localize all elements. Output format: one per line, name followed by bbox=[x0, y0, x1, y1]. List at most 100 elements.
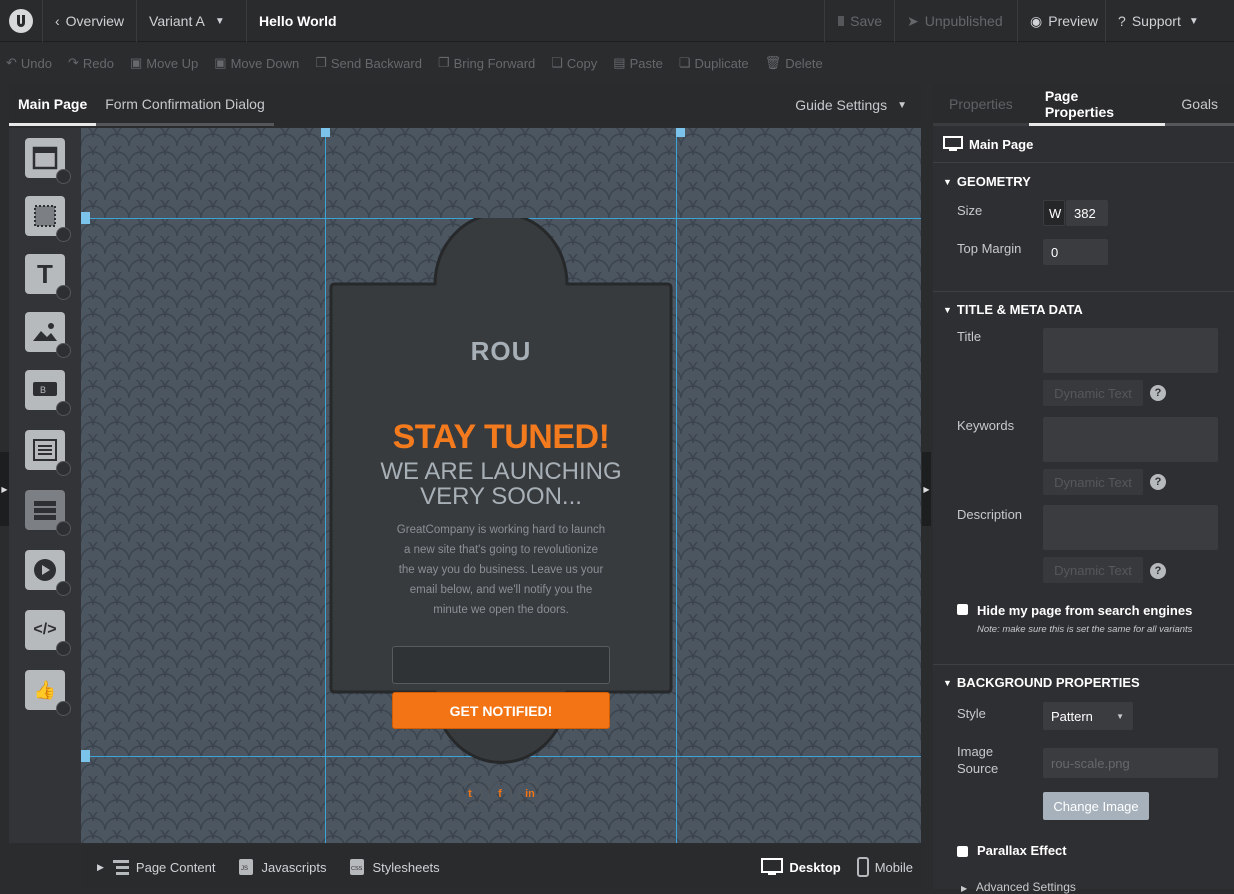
video-icon bbox=[34, 559, 56, 581]
bring-forward-button[interactable]: ❐ Bring Forward bbox=[438, 55, 535, 71]
page-title-label: Hello World bbox=[259, 13, 337, 29]
button-icon: B bbox=[33, 382, 57, 396]
box-icon bbox=[34, 205, 56, 227]
widget-badge bbox=[56, 343, 71, 358]
save-button[interactable]: Save bbox=[825, 0, 896, 42]
guide-handle[interactable] bbox=[321, 128, 330, 137]
meta-header[interactable]: ▼ TITLE & META DATA bbox=[943, 302, 1083, 317]
tab-form-confirmation[interactable]: Form Confirmation Dialog bbox=[96, 84, 274, 126]
overview-link[interactable]: ‹ Overview bbox=[43, 0, 138, 42]
section-icon bbox=[32, 146, 58, 170]
button-widget[interactable]: B bbox=[25, 370, 71, 416]
preview-button[interactable]: ◉ Preview bbox=[1018, 0, 1107, 42]
section-widget[interactable] bbox=[25, 138, 71, 184]
send-backward-button[interactable]: ❐ Send Backward bbox=[315, 55, 422, 71]
form-widget[interactable] bbox=[25, 430, 71, 476]
change-image-button[interactable]: Change Image bbox=[1043, 792, 1149, 820]
linkedin-icon[interactable]: in bbox=[518, 782, 542, 806]
parallax-label: Parallax Effect bbox=[977, 843, 1067, 858]
video-widget[interactable] bbox=[25, 550, 71, 596]
javascripts-button[interactable]: JS Javascripts bbox=[237, 858, 326, 876]
page-title[interactable]: Hello World bbox=[247, 0, 826, 42]
help-icon[interactable]: ? bbox=[1150, 385, 1166, 401]
tab-properties[interactable]: Properties bbox=[933, 84, 1029, 126]
move-up-button[interactable]: ▣ Move Up bbox=[130, 55, 198, 71]
page-name-label: Main Page bbox=[969, 137, 1034, 152]
paste-button[interactable]: ▤ Paste bbox=[613, 55, 663, 71]
style-select[interactable]: Pattern ▼ bbox=[1043, 702, 1133, 730]
guide-handle[interactable] bbox=[81, 212, 90, 224]
description-textarea[interactable] bbox=[1043, 505, 1218, 550]
width-input[interactable]: 382 bbox=[1066, 200, 1108, 226]
left-panel-toggle[interactable]: ▶ bbox=[0, 452, 9, 526]
width-prefix: W bbox=[1043, 200, 1065, 226]
dynamic-text-button[interactable]: Dynamic Text bbox=[1043, 380, 1143, 406]
divider bbox=[933, 162, 1234, 163]
guide-handle[interactable] bbox=[81, 750, 90, 762]
tab-page-properties[interactable]: Page Properties bbox=[1028, 84, 1166, 126]
image-source-input[interactable]: rou-scale.png bbox=[1043, 748, 1218, 778]
keywords-textarea[interactable] bbox=[1043, 417, 1218, 462]
vertical-guide[interactable] bbox=[676, 128, 677, 843]
delete-button[interactable]: 🗑 Delete bbox=[765, 55, 823, 71]
table-widget[interactable] bbox=[25, 490, 71, 536]
hide-page-checkbox[interactable] bbox=[957, 604, 968, 615]
help-icon[interactable]: ? bbox=[1150, 474, 1166, 490]
page-canvas[interactable]: ROU STAY TUNED! WE ARE LAUNCHING VERY SO… bbox=[81, 128, 921, 843]
unbounce-logo[interactable] bbox=[0, 0, 43, 42]
vertical-guide[interactable] bbox=[325, 128, 326, 843]
box-widget[interactable] bbox=[25, 196, 71, 242]
caret-down-icon: ▼ bbox=[897, 99, 907, 111]
copy-button[interactable]: ❏ Copy bbox=[551, 55, 597, 71]
divider bbox=[933, 291, 1234, 292]
variant-dropdown[interactable]: Variant A ▼ bbox=[137, 0, 248, 42]
undo-button[interactable]: ↶ Undo bbox=[6, 55, 52, 71]
redo-button[interactable]: ↷ Redo bbox=[68, 55, 114, 71]
page-content-button[interactable]: ▶ Page Content bbox=[97, 858, 215, 876]
guide-settings-dropdown[interactable]: Guide Settings ▼ bbox=[795, 84, 907, 126]
variant-label: Variant A bbox=[149, 13, 205, 29]
preview-label: Preview bbox=[1048, 13, 1099, 29]
duplicate-button[interactable]: ❏ Duplicate bbox=[679, 55, 749, 71]
hide-page-note: Note: make sure this is set the same for… bbox=[977, 624, 1193, 635]
geometry-header[interactable]: ▼ GEOMETRY bbox=[943, 174, 1031, 189]
social-widget[interactable]: 👍 bbox=[25, 670, 71, 716]
advanced-settings-toggle[interactable]: ▶ Advanced Settings bbox=[961, 880, 1076, 894]
dynamic-text-button[interactable]: Dynamic Text bbox=[1043, 469, 1143, 495]
stylesheets-label: Stylesheets bbox=[372, 859, 440, 875]
help-icon[interactable]: ? bbox=[1150, 563, 1166, 579]
body-line: GreatCompany is working hard to launch bbox=[396, 524, 606, 536]
desktop-button[interactable]: Desktop bbox=[761, 858, 841, 876]
width-prefix-label: W bbox=[1049, 205, 1062, 221]
tab-properties-label: Properties bbox=[949, 95, 1013, 112]
style-label: Style bbox=[957, 706, 986, 721]
tab-goals[interactable]: Goals bbox=[1165, 84, 1234, 126]
overview-label: Overview bbox=[65, 13, 125, 29]
text-widget[interactable]: T bbox=[25, 254, 71, 300]
stylesheets-button[interactable]: CSS Stylesheets bbox=[348, 858, 440, 876]
twitter-icon[interactable]: t bbox=[458, 782, 482, 806]
get-notified-button[interactable]: GET NOTIFIED! bbox=[392, 692, 610, 729]
javascripts-label: Javascripts bbox=[261, 859, 327, 875]
mobile-button[interactable]: Mobile bbox=[856, 857, 913, 877]
widget-badge bbox=[56, 581, 71, 596]
code-widget[interactable]: </> bbox=[25, 610, 71, 656]
right-panel-toggle[interactable]: ▶ bbox=[922, 452, 931, 526]
email-field[interactable] bbox=[392, 646, 610, 684]
page-content-icon bbox=[112, 860, 129, 875]
top-margin-input[interactable]: 0 bbox=[1043, 239, 1108, 265]
image-source-label-2: Source bbox=[957, 761, 999, 776]
image-widget[interactable] bbox=[25, 312, 71, 358]
guide-handle[interactable] bbox=[676, 128, 685, 137]
dynamic-text-button[interactable]: Dynamic Text bbox=[1043, 557, 1143, 583]
move-down-icon: ▣ bbox=[214, 55, 227, 70]
background-header[interactable]: ▼ BACKGROUND PROPERTIES bbox=[943, 675, 1140, 690]
code-icon: </> bbox=[33, 621, 57, 638]
unpublished-button[interactable]: ➤ Unpublished bbox=[895, 0, 1019, 42]
facebook-icon[interactable]: f bbox=[488, 782, 512, 806]
move-down-button[interactable]: ▣ Move Down bbox=[214, 55, 299, 71]
title-textarea[interactable] bbox=[1043, 328, 1218, 373]
support-dropdown[interactable]: ? Support ▼ bbox=[1106, 0, 1218, 42]
parallax-checkbox[interactable] bbox=[957, 846, 968, 857]
tab-main-page[interactable]: Main Page bbox=[9, 84, 97, 126]
